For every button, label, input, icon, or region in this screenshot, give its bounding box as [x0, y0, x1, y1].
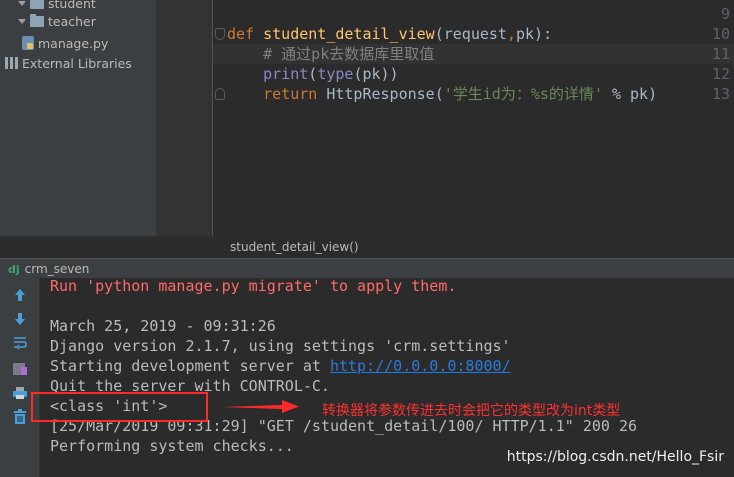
down-arrow-icon[interactable]: [11, 310, 29, 328]
line-number-gutter: [156, 0, 212, 236]
line-number: 13: [711, 85, 730, 103]
run-toolbar: [0, 278, 40, 477]
scroll-to-end-icon[interactable]: [11, 360, 29, 378]
console-line: March 25, 2019 - 09:31:26: [50, 317, 276, 335]
code-line-13[interactable]: return HttpResponse('学生id为：%s的详情' % pk): [227, 84, 657, 104]
tree-item-manage-py[interactable]: manage.py: [22, 34, 108, 52]
expand-arrow-icon[interactable]: [18, 0, 26, 6]
tree-item-teacher[interactable]: teacher: [18, 12, 96, 30]
libraries-icon: [4, 57, 18, 69]
folder-icon: [30, 13, 44, 27]
watermark: https://blog.csdn.net/Hello_Fsir: [506, 449, 724, 465]
annotation-text: 转换器将参数传进去时会把它的类型改为int类型: [322, 403, 621, 419]
run-tool-window-header: dj crm_seven: [0, 258, 734, 278]
fold-end-icon[interactable]: [215, 88, 225, 100]
console-line: Run 'python manage.py migrate' to apply …: [50, 277, 457, 295]
print-icon[interactable]: [11, 384, 29, 402]
line-number: 10: [711, 25, 730, 43]
line-number: 11: [711, 45, 730, 63]
tree-item-external-libraries[interactable]: External Libraries: [4, 54, 132, 72]
soft-wrap-icon[interactable]: [11, 334, 29, 352]
expand-arrow-icon[interactable]: [18, 18, 26, 24]
console-line: Starting development server at http://0.…: [50, 357, 511, 375]
code-line-10[interactable]: def student_detail_view(request,pk):: [227, 24, 552, 44]
python-file-icon: [22, 36, 34, 50]
folder-icon: [30, 0, 44, 9]
tree-item-student[interactable]: student: [18, 0, 96, 12]
breadcrumb-bar: student_detail_view(): [0, 236, 734, 258]
code-line-11[interactable]: # 通过pk去数据库里取值: [227, 44, 434, 64]
code-line-12[interactable]: print(type(pk)): [227, 64, 398, 84]
console-line: Django version 2.1.7, using settings 'cr…: [50, 337, 511, 355]
line-number: 9: [720, 5, 730, 23]
up-arrow-icon[interactable]: [11, 286, 29, 304]
django-icon: dj: [8, 262, 20, 276]
server-url-link[interactable]: http://0.0.0.0:8000/: [330, 357, 511, 375]
project-tree: student teacher manage.py External Libra…: [0, 0, 156, 236]
code-editor[interactable]: 9 10 11 12 13 def student_detail_view(re…: [156, 0, 734, 236]
run-console[interactable]: Run 'python manage.py migrate' to apply …: [40, 277, 734, 477]
fold-icon[interactable]: [215, 28, 225, 40]
annotation-highlight-box: [31, 392, 208, 422]
console-line: Performing system checks...: [50, 437, 294, 455]
trash-icon[interactable]: [11, 408, 29, 426]
annotation-arrow-icon: [222, 400, 299, 413]
breadcrumb[interactable]: student_detail_view(): [230, 240, 359, 254]
line-number: 12: [711, 65, 730, 83]
